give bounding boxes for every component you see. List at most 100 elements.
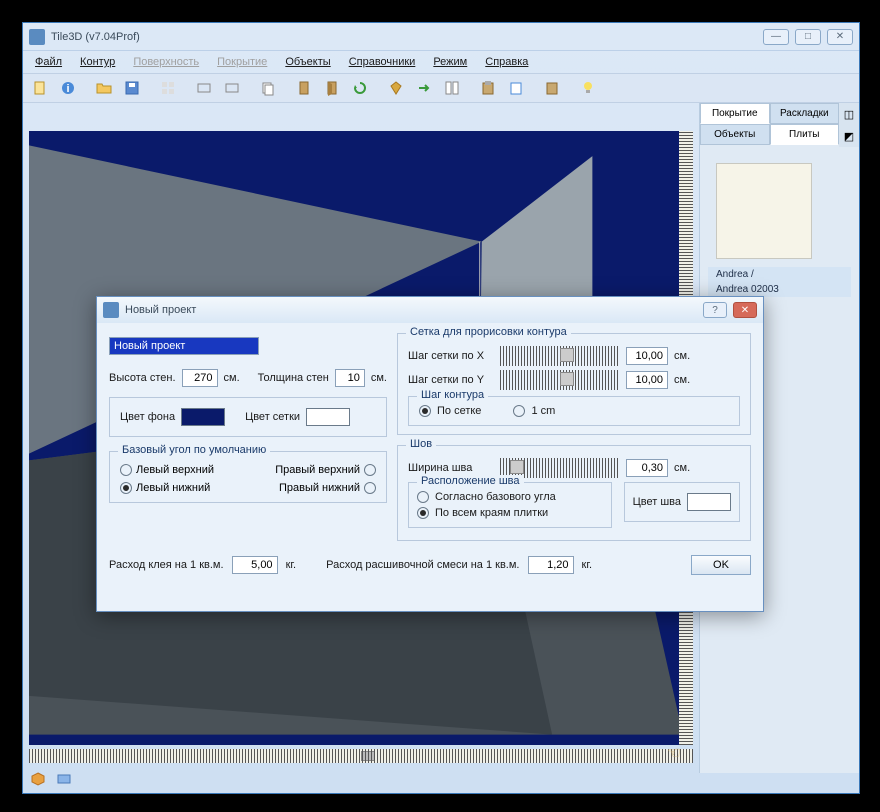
step-x-input[interactable]	[626, 347, 668, 365]
tile-name-1: Andrea /	[708, 267, 851, 282]
menu-reference[interactable]: Справочники	[341, 54, 424, 70]
side-icon-2[interactable]: ◩	[839, 125, 859, 147]
tb-open[interactable]	[91, 76, 117, 100]
seam-color-swatch[interactable]	[687, 493, 731, 511]
tb-clipboard3[interactable]	[539, 76, 565, 100]
corner-bl[interactable]: Левый нижний	[120, 482, 241, 494]
menu-objects[interactable]: Объекты	[277, 54, 338, 70]
split-icon	[444, 80, 460, 96]
rotate-left-icon	[352, 80, 368, 96]
seam-width-label: Ширина шва	[408, 462, 494, 474]
window-controls: — □ ✕	[763, 29, 853, 45]
base-corner-legend: Базовый угол по умолчанию	[118, 444, 270, 456]
file-new-icon	[32, 80, 48, 96]
clipboard3-icon	[544, 80, 560, 96]
project-name-input[interactable]	[109, 337, 259, 355]
tb-door2[interactable]	[319, 76, 345, 100]
grout-unit: кг.	[582, 559, 593, 571]
menu-mode[interactable]: Режим	[425, 54, 475, 70]
door-open-icon	[324, 80, 340, 96]
seam-pos-legend: Расположение шва	[417, 475, 524, 487]
app-icon	[29, 29, 45, 45]
side-tab-objects[interactable]: Объекты	[700, 124, 770, 145]
clipboard2-icon	[508, 80, 524, 96]
grid-color-label: Цвет сетки	[245, 411, 300, 423]
status-icon-1[interactable]	[27, 769, 49, 789]
tb-redo[interactable]	[219, 76, 245, 100]
statusbar	[27, 767, 855, 791]
menu-surface: Поверхность	[125, 54, 207, 70]
contour-step-grid-radio[interactable]	[419, 405, 431, 417]
seam-pos-all-radio[interactable]	[417, 507, 429, 519]
maximize-button[interactable]: □	[795, 29, 821, 45]
side-tab-plates[interactable]: Плиты	[770, 124, 840, 145]
tb-clipboard2[interactable]	[503, 76, 529, 100]
grout-input[interactable]	[528, 556, 574, 574]
tb-light[interactable]	[575, 76, 601, 100]
tb-undo[interactable]	[191, 76, 217, 100]
dialog-help-button[interactable]: ?	[703, 302, 727, 318]
ruler-h-marker[interactable]	[361, 751, 375, 761]
grid-legend: Сетка для прорисовки контура	[406, 326, 571, 338]
side-icon-1[interactable]: ◫	[839, 103, 859, 125]
tb-arrow[interactable]	[411, 76, 437, 100]
dialog-icon	[103, 302, 119, 318]
grout-label: Расход расшивочной смеси на 1 кв.м.	[326, 559, 519, 571]
tile-thumbnail[interactable]	[716, 163, 812, 259]
side-content: Andrea / Andrea 02003	[700, 147, 859, 305]
undo-icon	[196, 80, 212, 96]
dialog-left-column: Высота стен. см. Толщина стен см. Цвет ф…	[109, 333, 387, 541]
dialog-close-button[interactable]: ✕	[733, 302, 757, 318]
bucket-icon	[388, 80, 404, 96]
tb-rotate-l[interactable]	[347, 76, 373, 100]
tb-info[interactable]: i	[55, 76, 81, 100]
tb-split[interactable]	[439, 76, 465, 100]
glue-unit: кг.	[286, 559, 297, 571]
glue-input[interactable]	[232, 556, 278, 574]
door-icon	[296, 80, 312, 96]
side-tab-layouts[interactable]: Раскладки	[770, 103, 840, 124]
tb-new[interactable]	[27, 76, 53, 100]
step-y-input[interactable]	[626, 371, 668, 389]
menu-contour[interactable]: Контур	[72, 54, 123, 70]
lightbulb-icon	[580, 80, 596, 96]
ok-button[interactable]: OK	[691, 555, 751, 575]
wall-height-input[interactable]	[182, 369, 218, 387]
dialog-new-project: Новый проект ? ✕ Высота стен. см. Толщин…	[96, 296, 764, 612]
close-button[interactable]: ✕	[827, 29, 853, 45]
hand-cursor-icon[interactable]: ☜	[667, 743, 681, 763]
seam-pos-base-radio[interactable]	[417, 491, 429, 503]
minimize-button[interactable]: —	[763, 29, 789, 45]
seam-width-input[interactable]	[626, 459, 668, 477]
dialog-bottom: Расход клея на 1 кв.м. кг. Расход расшив…	[109, 551, 751, 575]
clipboard-icon	[480, 80, 496, 96]
toolbar: i	[23, 73, 859, 103]
bg-color-label: Цвет фона	[120, 411, 175, 423]
wall-thick-input[interactable]	[335, 369, 365, 387]
step-y-label: Шаг сетки по Y	[408, 374, 494, 386]
menu-file[interactable]: Файл	[27, 54, 70, 70]
tb-grid[interactable]	[155, 76, 181, 100]
corner-tl[interactable]: Левый верхний	[120, 464, 241, 476]
contour-step-1cm-radio[interactable]	[513, 405, 525, 417]
tb-save[interactable]	[119, 76, 145, 100]
corner-br[interactable]: Правый нижний	[255, 482, 376, 494]
tb-bucket[interactable]	[383, 76, 409, 100]
status-icon-2[interactable]	[53, 769, 75, 789]
tb-copy[interactable]	[255, 76, 281, 100]
dialog-title: Новый проект	[125, 304, 703, 316]
menu-help[interactable]: Справка	[477, 54, 536, 70]
dialog-titlebar: Новый проект ? ✕	[97, 297, 763, 323]
step-y-slider[interactable]	[500, 370, 620, 390]
tb-clipboard[interactable]	[475, 76, 501, 100]
tb-door[interactable]	[291, 76, 317, 100]
contour-step-grid-label: По сетке	[437, 405, 481, 417]
side-tab-covering[interactable]: Покрытие	[700, 103, 770, 124]
svg-text:i: i	[66, 83, 69, 95]
grid-color-swatch[interactable]	[306, 408, 350, 426]
corner-tr[interactable]: Правый верхний	[255, 464, 376, 476]
bg-color-swatch[interactable]	[181, 408, 225, 426]
step-x-slider[interactable]	[500, 346, 620, 366]
seam-pos-base-label: Согласно базового угла	[435, 491, 556, 503]
menubar: Файл Контур Поверхность Покрытие Объекты…	[23, 51, 859, 73]
